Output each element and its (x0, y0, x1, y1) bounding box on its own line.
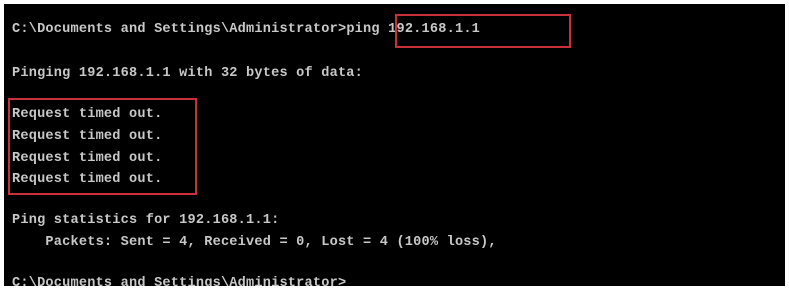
prompt-text: C:\Documents and Settings\Administrator> (12, 22, 347, 37)
request-timed-out-line: Request timed out. (12, 129, 163, 144)
request-timed-out-line: Request timed out. (12, 172, 163, 187)
final-prompt-line[interactable]: C:\Documents and Settings\Administrator> (12, 276, 355, 286)
command-line: C:\Documents and Settings\Administrator>… (12, 22, 480, 38)
request-timed-out-line: Request timed out. (12, 151, 163, 166)
command-prompt-window[interactable]: C:\Documents and Settings\Administrator>… (4, 4, 785, 286)
final-prompt-text: C:\Documents and Settings\Administrator> (12, 276, 347, 286)
packets-summary-line: Packets: Sent = 4, Received = 0, Lost = … (12, 235, 497, 250)
request-timed-out-line: Request timed out. (12, 107, 163, 122)
pinging-line: Pinging 192.168.1.1 with 32 bytes of dat… (12, 66, 364, 81)
ping-command: ping 192.168.1.1 (346, 22, 481, 37)
ping-statistics-header: Ping statistics for 192.168.1.1: (12, 213, 280, 228)
